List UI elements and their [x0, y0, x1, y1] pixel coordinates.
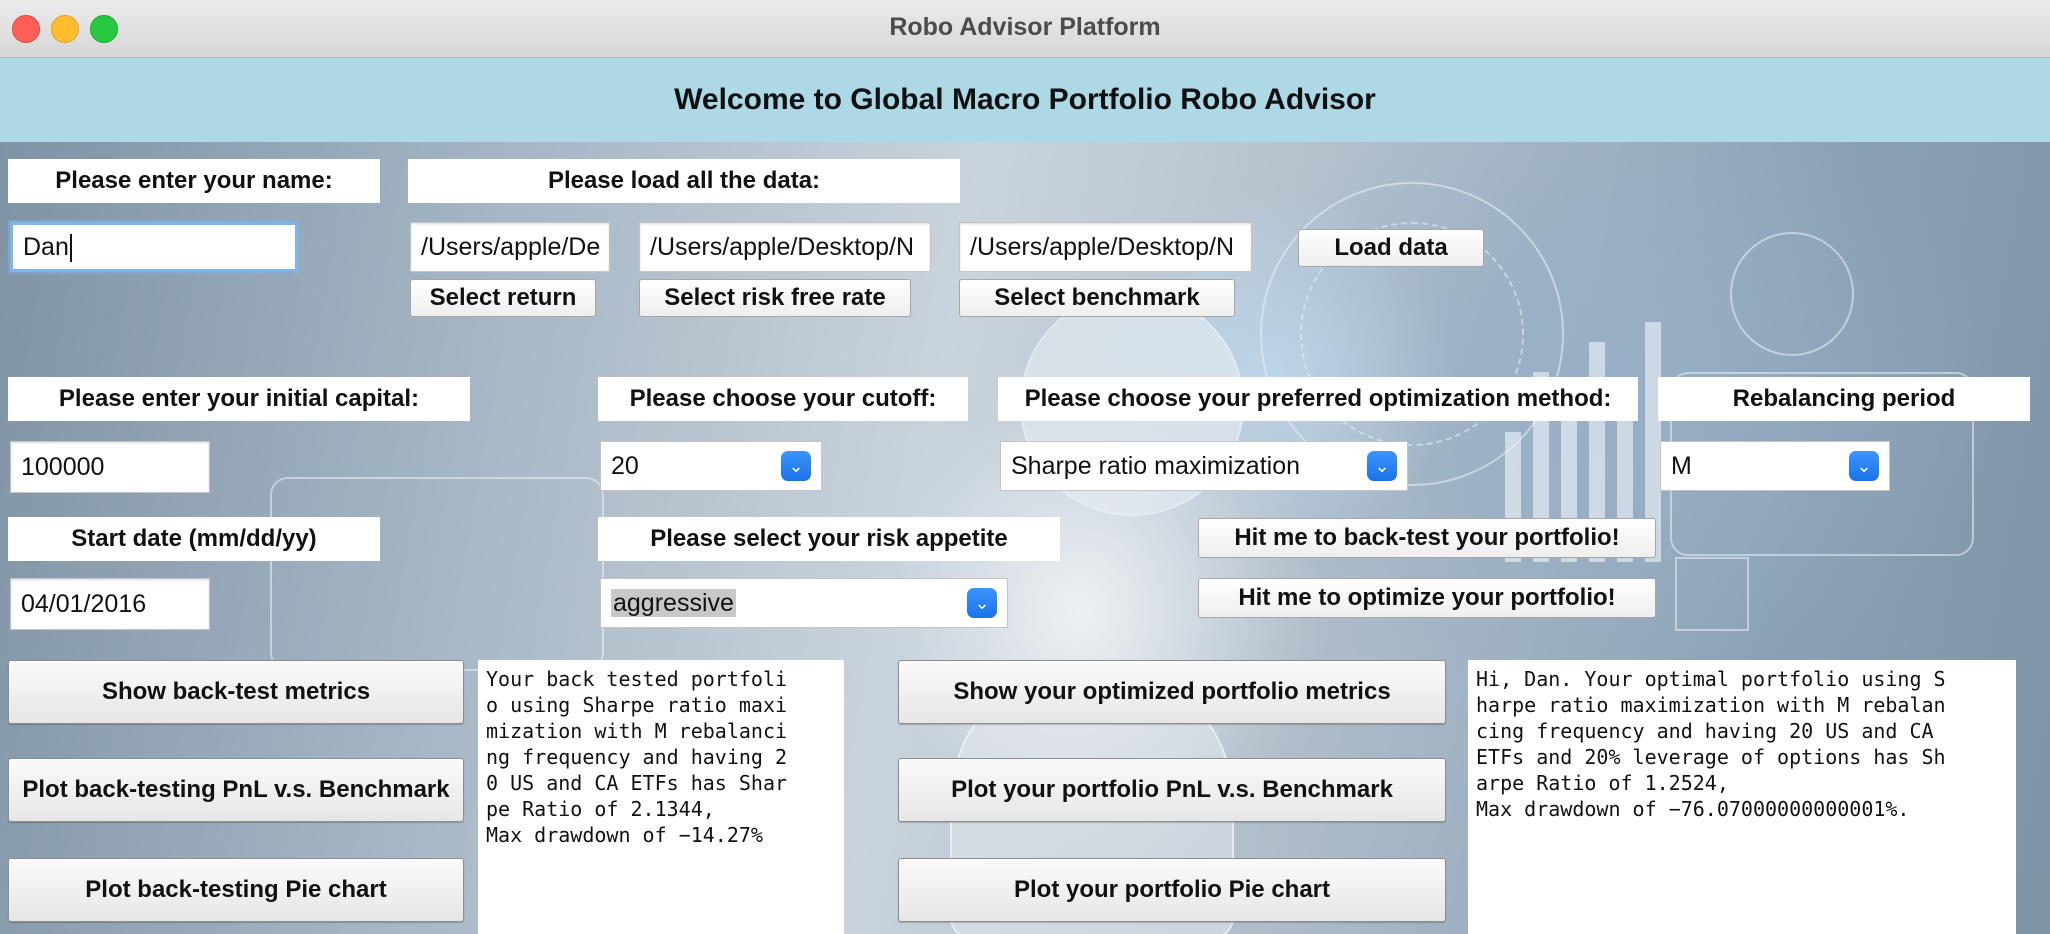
decorative-world-map-frame — [270, 477, 604, 671]
plot-portfolio-pie-button[interactable]: Plot your portfolio Pie chart — [898, 858, 1446, 922]
chevron-down-icon: ⌄ — [781, 451, 811, 481]
return-path-input[interactable]: /Users/apple/De — [410, 222, 610, 272]
show-back-test-metrics-button[interactable]: Show back-test metrics — [8, 660, 464, 724]
benchmark-path-input[interactable]: /Users/apple/Desktop/N — [959, 222, 1252, 272]
cutoff-select[interactable]: 20 ⌄ — [600, 441, 822, 491]
decorative-node-box — [1675, 557, 1749, 631]
chevron-down-icon: ⌄ — [1849, 451, 1879, 481]
window-titlebar: Robo Advisor Platform — [0, 0, 2050, 58]
cutoff-select-value: 20 — [611, 452, 639, 480]
risk-free-path-input[interactable]: /Users/apple/Desktop/N — [639, 222, 931, 272]
optimized-output-text: Hi, Dan. Your optimal portfolio using S … — [1468, 660, 2016, 934]
optimization-method-select-value: Sharpe ratio maximization — [1011, 452, 1301, 480]
load-data-label: Please load all the data: — [408, 159, 960, 203]
welcome-banner: Welcome to Global Macro Portfolio Robo A… — [0, 58, 2050, 142]
show-optimized-metrics-button[interactable]: Show your optimized portfolio metrics — [898, 660, 1446, 724]
chevron-down-icon: ⌄ — [967, 588, 997, 618]
name-input[interactable]: Dan — [10, 222, 298, 272]
initial-capital-input[interactable]: 100000 — [10, 441, 210, 493]
text-caret — [69, 234, 72, 263]
load-data-button[interactable]: Load data — [1298, 229, 1484, 267]
risk-appetite-label: Please select your risk appetite — [598, 517, 1060, 561]
cutoff-label: Please choose your cutoff: — [598, 377, 968, 421]
select-risk-free-button[interactable]: Select risk free rate — [639, 279, 911, 317]
window-title: Robo Advisor Platform — [889, 13, 1161, 41]
back-test-output-text: Your back tested portfoli o using Sharpe… — [478, 660, 844, 934]
start-date-label: Start date (mm/dd/yy) — [8, 517, 380, 561]
decorative-user-circle — [1730, 232, 1854, 356]
rebalancing-period-select[interactable]: M ⌄ — [1660, 441, 1890, 491]
optimization-method-select[interactable]: Sharpe ratio maximization ⌄ — [1000, 441, 1408, 491]
optimize-portfolio-button[interactable]: Hit me to optimize your portfolio! — [1198, 578, 1656, 618]
risk-appetite-select[interactable]: aggressive ⌄ — [600, 578, 1008, 628]
rebalancing-period-select-value: M — [1671, 452, 1692, 480]
rebalancing-period-label: Rebalancing period — [1658, 377, 2030, 421]
risk-appetite-select-value: aggressive — [611, 589, 736, 617]
start-date-input[interactable]: 04/01/2016 — [10, 578, 210, 630]
select-benchmark-button[interactable]: Select benchmark — [959, 279, 1235, 317]
select-return-button[interactable]: Select return — [410, 279, 596, 317]
back-test-portfolio-button[interactable]: Hit me to back-test your portfolio! — [1198, 518, 1656, 558]
optimization-method-label: Please choose your preferred optimizatio… — [998, 377, 1638, 421]
plot-portfolio-pnl-button[interactable]: Plot your portfolio PnL v.s. Benchmark — [898, 758, 1446, 822]
chevron-down-icon: ⌄ — [1367, 451, 1397, 481]
initial-capital-label: Please enter your initial capital: — [8, 377, 470, 421]
plot-back-test-pnl-button[interactable]: Plot back-testing PnL v.s. Benchmark — [8, 758, 464, 822]
name-label: Please enter your name: — [8, 159, 380, 203]
plot-back-test-pie-button[interactable]: Plot back-testing Pie chart — [8, 858, 464, 922]
